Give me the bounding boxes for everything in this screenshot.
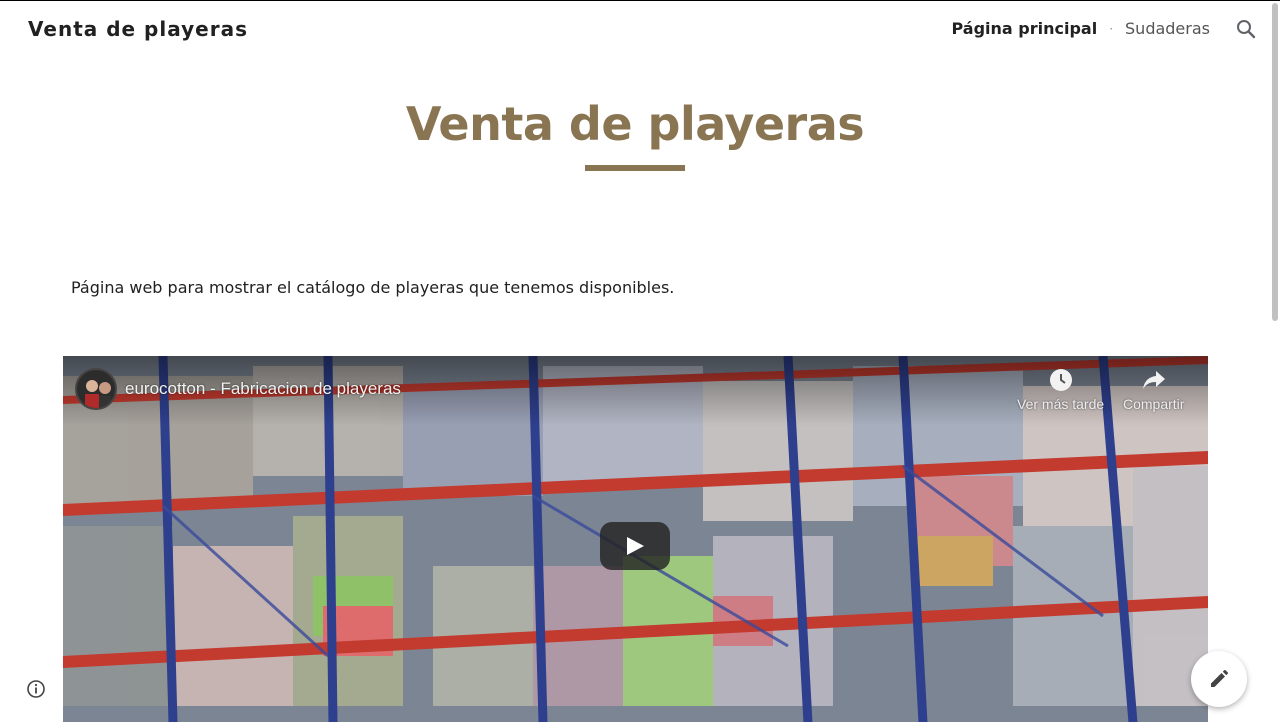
edit-button[interactable]	[1191, 651, 1247, 707]
title-underline	[585, 165, 685, 171]
page-scrollbar[interactable]	[1270, 1, 1280, 722]
page-description: Página web para mostrar el catálogo de p…	[71, 278, 675, 297]
nav-item-sudaderas[interactable]: Sudaderas	[1125, 19, 1210, 38]
watch-later-button[interactable]: Ver más tarde	[1017, 368, 1104, 412]
page-title: Venta de playeras	[405, 97, 865, 151]
main-nav: Página principal · Sudaderas	[951, 19, 1210, 38]
share-button[interactable]: Compartir	[1123, 368, 1184, 412]
nav-item-home[interactable]: Página principal	[951, 19, 1097, 38]
info-icon[interactable]	[26, 679, 46, 699]
search-icon[interactable]	[1234, 17, 1258, 41]
play-icon	[627, 537, 644, 555]
site-header: Venta de playeras Página principal · Sud…	[0, 1, 1280, 59]
play-button[interactable]	[600, 522, 670, 570]
video-title[interactable]: eurocotton - Fabricacion de playeras	[125, 379, 401, 399]
video-embed[interactable]: eurocotton - Fabricacion de playeras Ver…	[63, 356, 1208, 722]
channel-avatar[interactable]	[75, 368, 117, 410]
pencil-icon	[1211, 670, 1228, 687]
nav-separator: ·	[1109, 21, 1114, 36]
clock-icon	[1049, 369, 1072, 391]
share-label: Compartir	[1123, 396, 1185, 412]
share-icon	[1142, 371, 1165, 389]
scroll-thumb[interactable]	[1272, 3, 1278, 321]
watch-later-label: Ver más tarde	[1017, 396, 1105, 412]
site-title[interactable]: Venta de playeras	[28, 17, 248, 41]
